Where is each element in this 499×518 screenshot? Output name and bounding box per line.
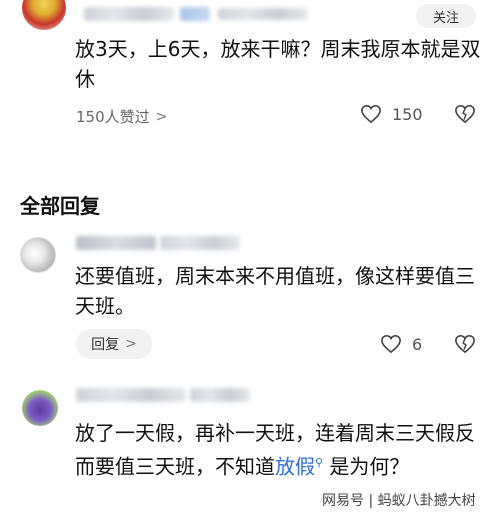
watermark: 网易号 | 蚂蚁八卦撼大树 bbox=[322, 493, 476, 509]
reply1-like-count: 6 bbox=[412, 334, 423, 354]
like-count: 150 bbox=[392, 104, 423, 124]
user-meta-blurred bbox=[180, 7, 210, 21]
broken-heart-icon bbox=[455, 334, 475, 354]
reply2-meta-blurred bbox=[190, 388, 250, 402]
all-replies-heading: 全部回复 bbox=[20, 194, 100, 218]
like-control[interactable]: 150 bbox=[360, 104, 423, 124]
reply2-avatar[interactable] bbox=[22, 390, 58, 426]
likers-count-label: 150人赞过 bbox=[76, 108, 150, 126]
reply-button[interactable]: 回复 > bbox=[76, 329, 152, 359]
search-icon[interactable]: ⚲ bbox=[315, 456, 323, 469]
username-blurred[interactable] bbox=[84, 7, 174, 21]
section-divider bbox=[0, 144, 499, 172]
reply-button-label: 回复 bbox=[91, 337, 120, 353]
reply2-text: 放了一天假，再补一天班，连着周末三天假反而要值三天班，不知道放假⚲ 是为何？ bbox=[75, 418, 485, 482]
chevron-right-icon: > bbox=[125, 336, 137, 352]
reply1-like-control[interactable]: 6 bbox=[380, 334, 422, 354]
search-link-word[interactable]: 放假 bbox=[275, 455, 315, 479]
reply1-meta-blurred bbox=[160, 236, 240, 250]
post-text: 放3天，上6天，放来干嘛？周末我原本就是双休 bbox=[75, 37, 481, 91]
follow-button[interactable]: 关注 bbox=[416, 4, 476, 28]
reply2-text-end: 是为何？ bbox=[329, 454, 410, 479]
dislike-button[interactable] bbox=[454, 104, 476, 124]
likers-link[interactable]: 150人赞过 > bbox=[76, 106, 167, 127]
timestamp-blurred bbox=[218, 8, 308, 20]
reply1-dislike-button[interactable] bbox=[454, 334, 476, 354]
heart-icon bbox=[381, 334, 401, 354]
reply1-username-blurred[interactable] bbox=[76, 236, 156, 250]
reply1-avatar[interactable] bbox=[20, 237, 56, 273]
user-avatar[interactable] bbox=[22, 0, 66, 30]
heart-icon bbox=[361, 104, 381, 124]
reply1-text: 还要值班，周末本来不用值班，像这样要值三天班。 bbox=[75, 264, 475, 318]
reply2-username-blurred[interactable] bbox=[76, 388, 186, 402]
chevron-right-icon: > bbox=[155, 108, 168, 125]
broken-heart-icon bbox=[455, 104, 475, 124]
